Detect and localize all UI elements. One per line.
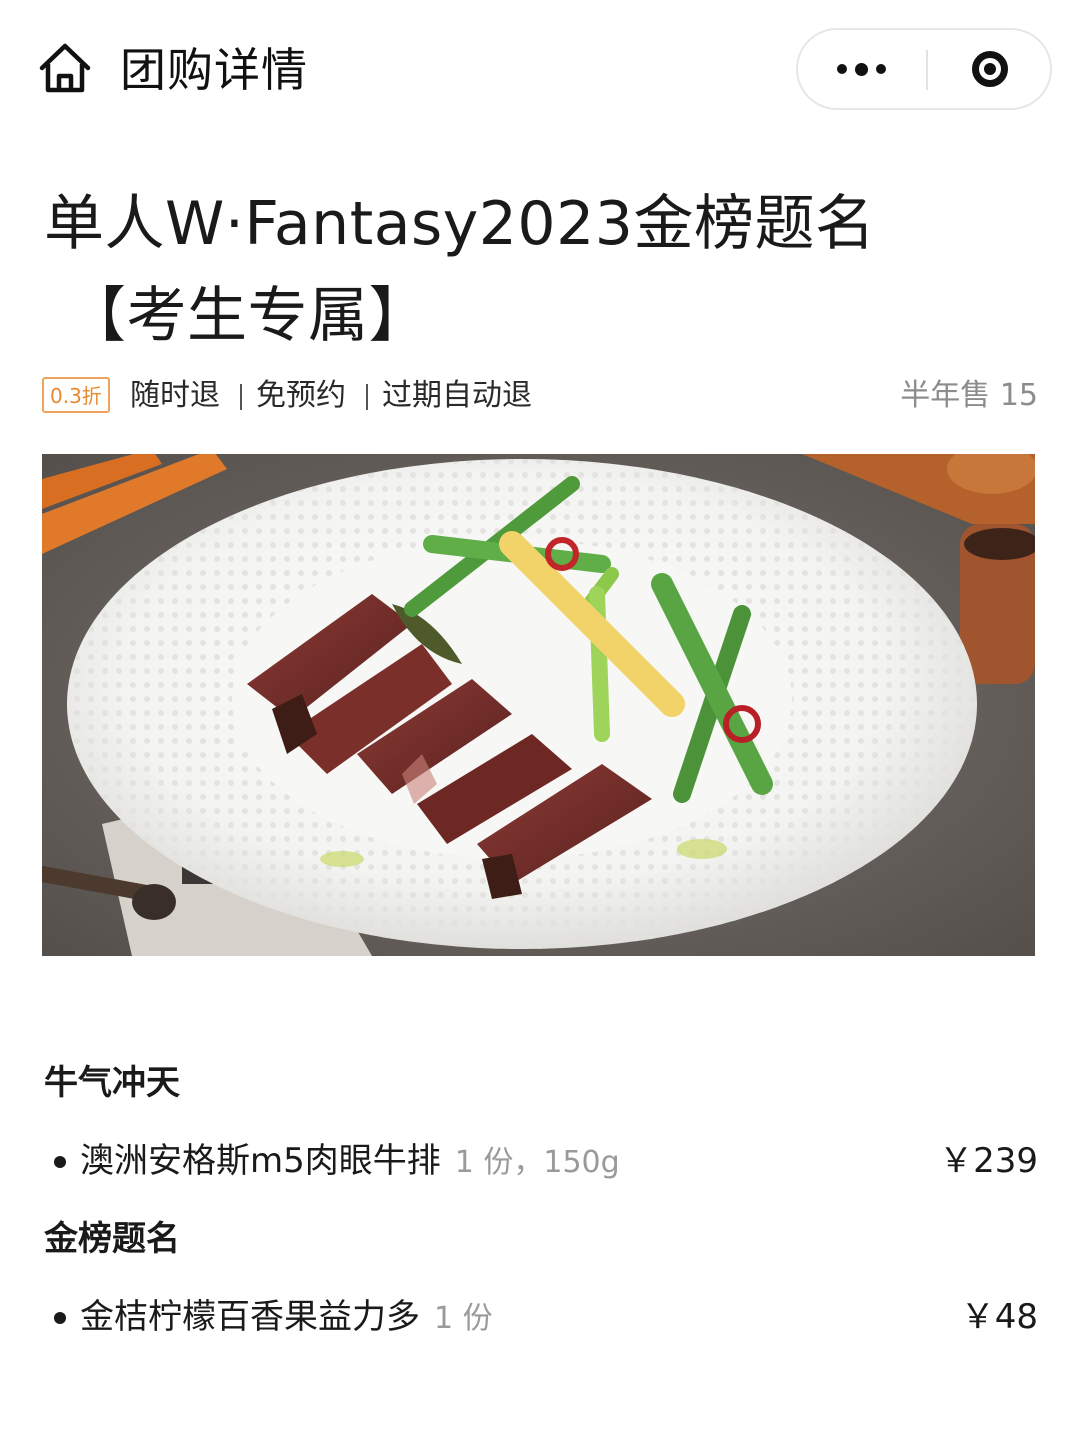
feature-no-reservation: 免预约 — [256, 378, 346, 413]
page-title: 团购详情 — [120, 43, 308, 97]
menu-section-title: 牛气冲天 — [44, 1063, 180, 1103]
menu-item-name: 澳洲安格斯m5肉眼牛排 1 份，150g — [80, 1141, 620, 1181]
bullet-dot — [54, 1312, 66, 1324]
tag-divider — [366, 384, 368, 410]
product-photo[interactable] — [42, 454, 1035, 956]
menu-item-row: 金桔柠檬百香果益力多 1 份 ￥48 — [44, 1292, 1038, 1342]
deal-title-line1: 单人W·Fantasy2023金榜题名 — [44, 189, 876, 259]
menu-item-price: ￥48 — [960, 1297, 1038, 1337]
discount-badge: 0.3折 — [42, 377, 110, 413]
close-miniprogram-button[interactable] — [930, 30, 1050, 108]
menu-item-name: 金桔柠檬百香果益力多 1 份 — [80, 1297, 493, 1337]
miniprogram-capsule — [796, 28, 1052, 110]
menu-item-price: ￥239 — [939, 1141, 1038, 1181]
bullet-dot — [54, 1156, 66, 1168]
menu-item-row: 澳洲安格斯m5肉眼牛排 1 份，150g ￥239 — [44, 1136, 1038, 1186]
navigation-bar: 团购详情 — [0, 0, 1080, 140]
capsule-divider — [926, 50, 928, 90]
target-circle-icon — [972, 51, 1008, 87]
menu-section-title: 金榜题名 — [44, 1219, 180, 1259]
more-options-button[interactable] — [798, 30, 924, 108]
deal-title: 单人W·Fantasy2023金榜题名 【考生专属】 — [44, 178, 1004, 362]
feature-auto-refund: 过期自动退 — [382, 378, 532, 413]
deal-tags-row: 0.3折 随时退 免预约 过期自动退 半年售 15 — [42, 374, 1038, 420]
steak-plate-image — [42, 454, 1035, 956]
more-dots-icon — [836, 64, 847, 74]
tag-divider — [240, 384, 242, 410]
menu-item-quantity: 1 份，150g — [454, 1145, 620, 1180]
deal-title-line2: 【考生专属】 — [66, 281, 429, 351]
feature-refund-anytime: 随时退 — [130, 378, 220, 413]
home-icon[interactable] — [36, 40, 94, 98]
sold-count: 半年售 15 — [900, 378, 1038, 413]
menu-item-quantity: 1 份 — [434, 1301, 493, 1336]
